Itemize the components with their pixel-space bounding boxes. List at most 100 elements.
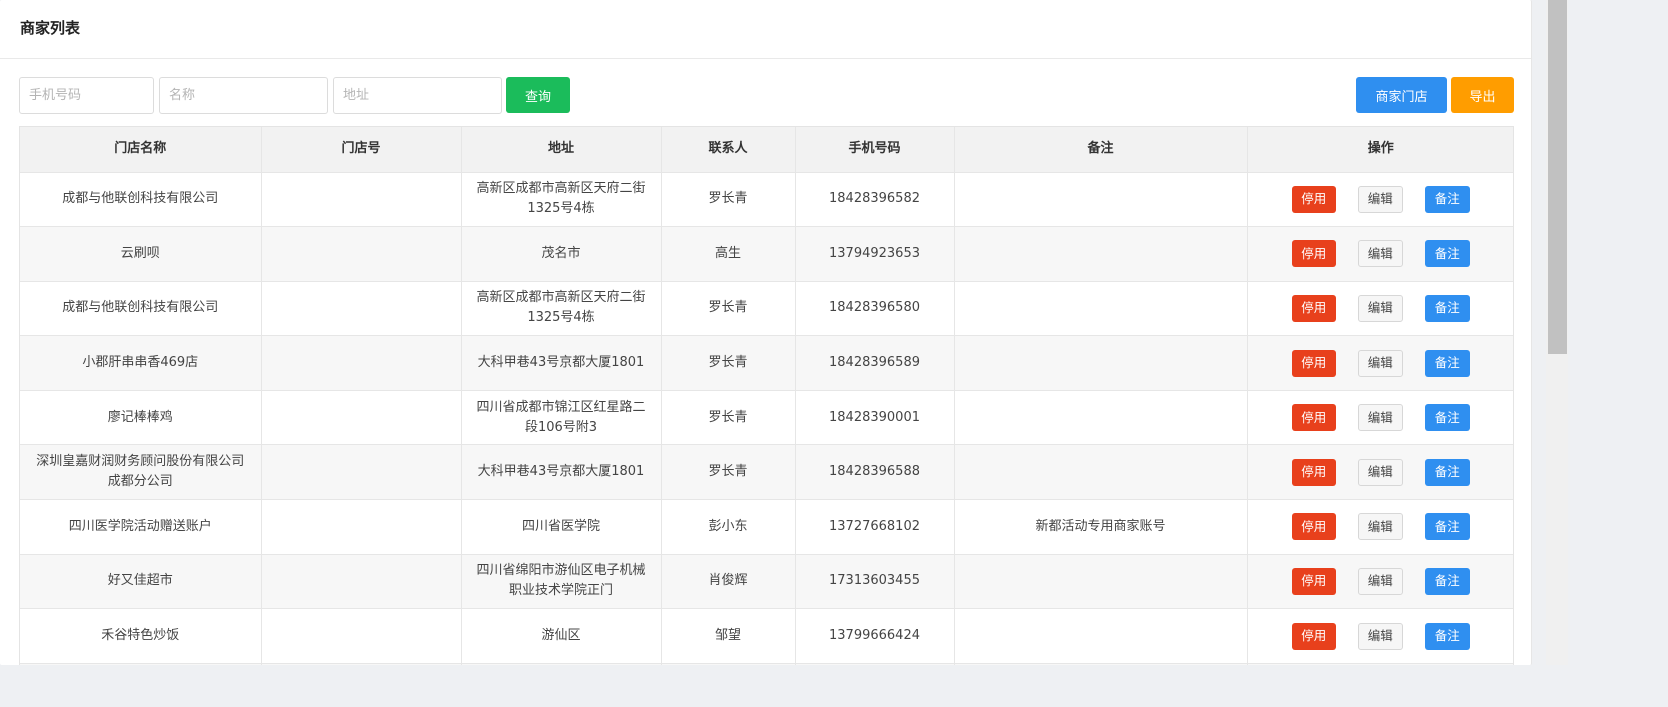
edit-button[interactable]: 编辑 — [1357, 404, 1403, 432]
cell-store-no — [261, 226, 462, 282]
merchant-table: 门店名称 门店号 地址 联系人 手机号码 备注 操作 成都与他联创科技有限公司高… — [19, 126, 1514, 665]
cell-contact: 邹望 — [661, 608, 796, 664]
cell-operations — [1247, 663, 1513, 665]
cell-store-name: 成都与他联创科技有限公司 — [20, 172, 262, 228]
disable-button[interactable]: 停用 — [1291, 349, 1336, 377]
cell-address: 四川省医学院 — [461, 499, 662, 555]
table-row: 成都与他联创科技有限公司 高新区成都市高新区天府二街1325号4栋 罗长青 18428… — [20, 172, 1513, 228]
phone-search-input[interactable] — [19, 77, 154, 114]
query-button[interactable]: 查询 — [506, 77, 570, 113]
cell-store-no — [261, 281, 462, 337]
cell-store-name: 成都与他联创科技有限公司 — [20, 281, 262, 337]
cell-store-no — [261, 172, 462, 228]
cell-phone — [795, 663, 955, 665]
disable-button[interactable]: 停用 — [1291, 458, 1336, 486]
name-search-input[interactable] — [159, 77, 328, 114]
edit-button[interactable]: 编辑 — [1357, 513, 1403, 541]
cell-store-no — [261, 554, 462, 610]
cell-remark: 新都活动专用商家账号 — [954, 499, 1248, 555]
edit-button[interactable]: 编辑 — [1357, 294, 1403, 322]
title-divider — [0, 58, 1531, 59]
note-button[interactable]: 备注 — [1424, 349, 1470, 377]
table-row: 好又佳超市 四川省绵阳市游仙区电子机械职业技术学院正门 肖俊辉 17313603455… — [20, 554, 1513, 610]
table-row: 深圳皇嘉财润财务顾问股份有限公司成都分公司 大科甲巷43号京都大厦1801 罗长青 1… — [20, 444, 1513, 501]
scrollbar-thumb[interactable] — [1548, 0, 1567, 354]
cell-store-no — [261, 444, 462, 501]
cell-remark — [954, 281, 1248, 337]
header-store-name: 门店名称 — [20, 127, 262, 173]
note-button[interactable]: 备注 — [1424, 622, 1470, 650]
cell-store-no — [261, 499, 462, 555]
cell-contact: 罗长青 — [661, 281, 796, 337]
cell-contact — [661, 663, 796, 665]
cell-contact: 肖俊辉 — [661, 554, 796, 610]
edit-button[interactable]: 编辑 — [1357, 349, 1403, 377]
cell-store-name: 四川医学院活动赠送账户 — [20, 499, 262, 555]
note-button[interactable]: 备注 — [1424, 294, 1470, 322]
cell-contact: 彭小东 — [661, 499, 796, 555]
merchant-stores-button[interactable]: 商家门店 — [1356, 77, 1447, 113]
cell-address: 高新区成都市高新区天府二街1325号4栋 — [461, 281, 662, 337]
cell-operations: 停用 编辑 备注 — [1247, 444, 1513, 501]
cell-address: 大科甲巷43号京都大厦1801 — [461, 444, 662, 501]
cell-store-name: 深圳皇嘉财润财务顾问股份有限公司成都分公司 — [20, 444, 262, 501]
note-button[interactable]: 备注 — [1424, 240, 1470, 268]
cell-contact: 高生 — [661, 226, 796, 282]
cell-operations: 停用 编辑 备注 — [1247, 335, 1513, 391]
disable-button[interactable]: 停用 — [1291, 567, 1336, 595]
cell-remark — [954, 444, 1248, 501]
cell-phone: 18428396588 — [795, 444, 955, 501]
cell-store-no — [261, 335, 462, 391]
cell-operations: 停用 编辑 备注 — [1247, 608, 1513, 664]
cell-phone: 13799666424 — [795, 608, 955, 664]
cell-contact: 罗长青 — [661, 172, 796, 228]
cell-address: 茂名市 — [461, 226, 662, 282]
cell-address: 大科甲巷43号京都大厦1801 — [461, 335, 662, 391]
cell-contact: 罗长青 — [661, 444, 796, 501]
cell-phone: 18428396580 — [795, 281, 955, 337]
edit-button[interactable]: 编辑 — [1357, 622, 1403, 650]
disable-button[interactable]: 停用 — [1291, 404, 1336, 432]
note-button[interactable]: 备注 — [1424, 458, 1470, 486]
table-row: 云刷呗 茂名市 高生 13794923653 停用 编辑 备注 — [20, 226, 1513, 282]
cell-remark — [954, 554, 1248, 610]
note-button[interactable]: 备注 — [1424, 404, 1470, 432]
cell-operations: 停用 编辑 备注 — [1247, 554, 1513, 610]
edit-button[interactable]: 编辑 — [1357, 240, 1403, 268]
address-search-input[interactable] — [333, 77, 502, 114]
cell-remark — [954, 172, 1248, 228]
cell-operations: 停用 编辑 备注 — [1247, 281, 1513, 337]
header-contact: 联系人 — [661, 127, 796, 173]
note-button[interactable]: 备注 — [1424, 185, 1470, 213]
edit-button[interactable]: 编辑 — [1357, 567, 1403, 595]
table-row: 廖记棒棒鸡 四川省成都市锦江区红星路二段106号附3 罗长青 18428390001 停… — [20, 390, 1513, 446]
cell-operations: 停用 编辑 备注 — [1247, 172, 1513, 228]
table-header-row: 门店名称 门店号 地址 联系人 手机号码 备注 操作 — [20, 127, 1513, 173]
cell-address: 高新区成都市高新区天府二街1325号4栋 — [461, 172, 662, 228]
page-title: 商家列表 — [20, 19, 81, 37]
cell-operations: 停用 编辑 备注 — [1247, 499, 1513, 555]
disable-button[interactable]: 停用 — [1291, 622, 1336, 650]
disable-button[interactable]: 停用 — [1291, 240, 1336, 268]
disable-button[interactable]: 停用 — [1291, 513, 1336, 541]
cell-store-no — [261, 390, 462, 446]
cell-operations: 停用 编辑 备注 — [1247, 390, 1513, 446]
note-button[interactable]: 备注 — [1424, 513, 1470, 541]
disable-button[interactable]: 停用 — [1291, 294, 1336, 322]
header-store-no: 门店号 — [261, 127, 462, 173]
edit-button[interactable]: 编辑 — [1357, 458, 1403, 486]
cell-address: 四川省成都市锦江区红星路二段106号附3 — [461, 390, 662, 446]
header-phone: 手机号码 — [795, 127, 955, 173]
edit-button[interactable]: 编辑 — [1357, 185, 1403, 213]
note-button[interactable]: 备注 — [1424, 567, 1470, 595]
cell-phone: 18428390001 — [795, 390, 955, 446]
export-button[interactable]: 导出 — [1451, 77, 1514, 113]
cell-store-name: 廖记棒棒鸡 — [20, 390, 262, 446]
header-operations: 操作 — [1247, 127, 1513, 173]
cell-store-no — [261, 608, 462, 664]
disable-button[interactable]: 停用 — [1291, 185, 1336, 213]
merchant-list-panel: 商家列表 查询 商家门店 导出 门店名称 门店号 地址 联系人 手机号码 备注 … — [0, 0, 1532, 665]
cell-contact: 罗长青 — [661, 335, 796, 391]
table-row — [20, 663, 1513, 665]
cell-phone: 13794923653 — [795, 226, 955, 282]
